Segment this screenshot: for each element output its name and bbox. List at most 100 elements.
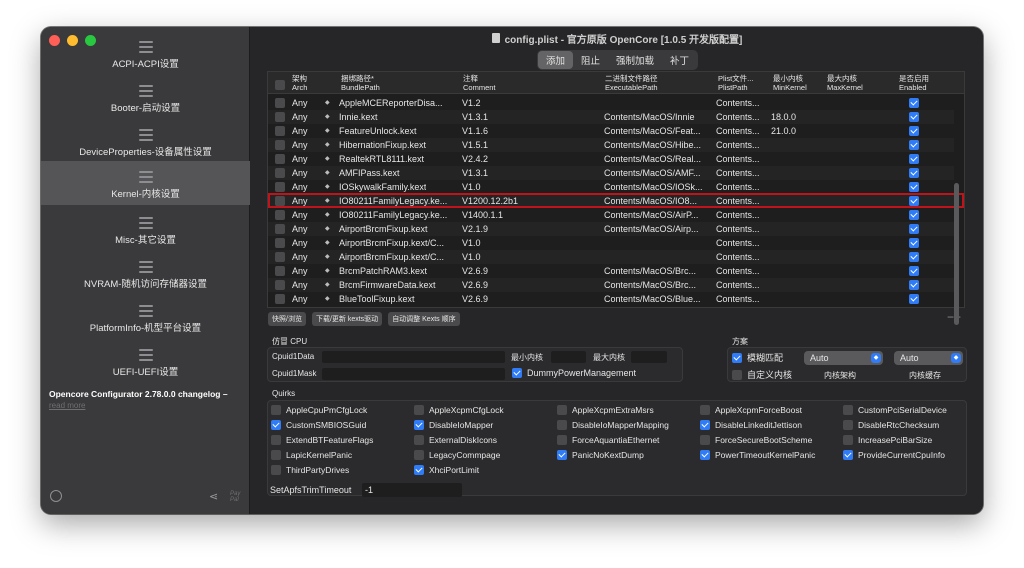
quirk-providecurrentcpuinfo[interactable]: ProvideCurrentCpuInfo — [843, 449, 945, 461]
cell-arch[interactable]: Any — [292, 236, 308, 250]
cell-executablepath[interactable]: Contents/MacOS/AirP... — [604, 208, 698, 222]
cell-comment[interactable]: V1.0 — [462, 236, 481, 250]
row-select-checkbox[interactable] — [275, 182, 285, 192]
cell-executablepath[interactable]: Contents/MacOS/IOSk... — [604, 180, 703, 194]
cell-plistpath[interactable]: Contents... — [716, 138, 760, 152]
enabled-checkbox[interactable] — [909, 294, 919, 304]
dummy-power-checkbox[interactable]: DummyPowerManagement — [512, 368, 636, 378]
cell-arch[interactable]: Any — [292, 292, 308, 306]
col-plistpath[interactable]: Plist文件... PlistPath — [718, 74, 753, 92]
table-row[interactable]: ◆ Any IO80211FamilyLegacy.ke... V1400.1.1 Co… — [268, 208, 954, 222]
cell-arch[interactable]: Any — [292, 250, 308, 264]
table-row[interactable]: ◆ Any AMFIPass.kext V1.3.1 Contents/MacOS/AM… — [268, 166, 954, 180]
enabled-checkbox[interactable] — [909, 224, 919, 234]
cell-plistpath[interactable]: Contents... — [716, 278, 760, 292]
cell-executablepath[interactable]: Contents/MacOS/Airp... — [604, 222, 699, 236]
col-enabled[interactable]: 是否启用 Enabled — [899, 74, 929, 92]
quirk-lapickernelpanic[interactable]: LapicKernelPanic — [271, 449, 352, 461]
row-select-checkbox[interactable] — [275, 140, 285, 150]
apfs-trim-input[interactable]: -1 — [362, 483, 462, 497]
cell-bundlepath[interactable]: BlueToolFixup.kext — [339, 292, 415, 306]
sidebar-item-acpi[interactable]: ACPI-ACPI设置 — [41, 31, 250, 75]
cell-comment[interactable]: V1.1.6 — [462, 124, 488, 138]
cell-arch[interactable]: Any — [292, 180, 308, 194]
row-select-checkbox[interactable] — [275, 294, 285, 304]
sidebar-item-deviceproperties[interactable]: DeviceProperties-设备属性设置 — [41, 119, 250, 163]
cell-comment[interactable]: V1.0 — [462, 180, 481, 194]
row-select-checkbox[interactable] — [275, 126, 285, 136]
table-row[interactable]: ◆ Any Innie.kext V1.3.1 Contents/MacOS/Innie… — [268, 110, 954, 124]
cell-arch[interactable]: Any — [292, 166, 308, 180]
row-select-checkbox[interactable] — [275, 280, 285, 290]
col-maxkernel[interactable]: 最大内核 MaxKernel — [827, 74, 863, 92]
cell-plistpath[interactable]: Contents... — [716, 124, 760, 138]
quirk-disablelinkeditjettison[interactable]: DisableLinkeditJettison — [700, 419, 802, 431]
enabled-checkbox[interactable] — [909, 98, 919, 108]
quirk-legacycommpage[interactable]: LegacyCommpage — [414, 449, 500, 461]
cell-executablepath[interactable]: Contents/MacOS/Hibe... — [604, 138, 701, 152]
fuzzy-match-checkbox[interactable]: 模糊匹配 — [732, 351, 783, 364]
cell-comment[interactable]: V2.4.2 — [462, 152, 488, 166]
cell-bundlepath[interactable]: AirportBrcmFixup.kext/C... — [339, 250, 444, 264]
cell-executablepath[interactable]: Contents/MacOS/Blue... — [604, 292, 701, 306]
table-row[interactable]: ◆ Any BrcmFirmwareData.kext V2.6.9 Contents/… — [268, 278, 954, 292]
table-row[interactable]: ◆ Any IOSkywalkFamily.kext V1.0 Contents/Mac… — [268, 180, 954, 194]
custom-kernel-checkbox[interactable]: 自定义内核 — [732, 368, 792, 381]
row-select-checkbox[interactable] — [275, 210, 285, 220]
cell-plistpath[interactable]: Contents... — [716, 236, 760, 250]
sidebar-item-misc[interactable]: Misc-其它设置 — [41, 207, 250, 251]
row-select-checkbox[interactable] — [275, 154, 285, 164]
quirk-forcesecurebootscheme[interactable]: ForceSecureBootScheme — [700, 434, 812, 446]
cell-comment[interactable]: V2.1.9 — [462, 222, 488, 236]
arch-stepper-icon[interactable]: ◆ — [325, 96, 330, 110]
table-scrollbar[interactable] — [954, 183, 959, 325]
cell-executablepath[interactable]: Contents/MacOS/Real... — [604, 152, 701, 166]
cell-arch[interactable]: Any — [292, 208, 308, 222]
cell-minkernel[interactable]: 18.0.0 — [771, 110, 796, 124]
cell-plistpath[interactable]: Contents... — [716, 222, 760, 236]
sidebar-item-booter[interactable]: Booter-启动设置 — [41, 75, 250, 119]
arch-stepper-icon[interactable]: ◆ — [325, 166, 330, 180]
quirk-applecpupmcfglock[interactable]: AppleCpuPmCfgLock — [271, 404, 367, 416]
header-checkbox[interactable] — [275, 80, 285, 90]
cell-bundlepath[interactable]: RealtekRTL8111.kext — [339, 152, 424, 166]
quirk-applexcpmforceboost[interactable]: AppleXcpmForceBoost — [700, 404, 802, 416]
quirk-disableiomapper[interactable]: DisableIoMapper — [414, 419, 493, 431]
sidebar-item-nvram[interactable]: NVRAM-随机访问存储器设置 — [41, 251, 250, 295]
quirk-panicnokextdump[interactable]: PanicNoKextDump — [557, 449, 644, 461]
cell-comment[interactable]: V2.6.9 — [462, 264, 488, 278]
table-row[interactable]: ◆ Any RealtekRTL8111.kext V2.4.2 Contents/Ma… — [268, 152, 954, 166]
table-row[interactable]: ◆ Any FeatureUnlock.kext V1.1.6 Contents/Mac… — [268, 124, 954, 138]
cpuid1mask-input[interactable] — [322, 368, 505, 380]
download-kexts-button[interactable]: 下载/更新 kexts驱动 — [311, 312, 383, 326]
cell-bundlepath[interactable]: HibernationFixup.kext — [339, 138, 426, 152]
arch-stepper-icon[interactable]: ◆ — [325, 222, 330, 236]
cell-arch[interactable]: Any — [292, 138, 308, 152]
table-row[interactable]: ◆ Any AirportBrcmFixup.kext/C... V1.0 Conten… — [268, 250, 954, 264]
quirk-disableiomappermapping[interactable]: DisableIoMapperMapping — [557, 419, 669, 431]
sidebar-item-uefi[interactable]: UEFI-UEFI设置 — [41, 339, 250, 383]
col-comment[interactable]: 注释 Comment — [463, 74, 496, 92]
table-row[interactable]: ◆ Any BlueToolFixup.kext V2.6.9 Contents/Mac… — [268, 292, 954, 306]
kernel-arch-select[interactable]: Auto ◆ — [804, 351, 883, 365]
cell-arch[interactable]: Any — [292, 124, 308, 138]
power-icon[interactable] — [50, 490, 62, 502]
row-select-checkbox[interactable] — [275, 98, 285, 108]
cell-comment[interactable]: V1.3.1 — [462, 166, 488, 180]
cell-bundlepath[interactable]: AppleMCEReporterDisa... — [339, 96, 443, 110]
row-select-checkbox[interactable] — [275, 238, 285, 248]
cell-executablepath[interactable]: Contents/MacOS/Brc... — [604, 278, 696, 292]
tab-block[interactable]: 阻止 — [573, 51, 608, 69]
cell-plistpath[interactable]: Contents... — [716, 166, 760, 180]
enabled-checkbox[interactable] — [909, 168, 919, 178]
cell-plistpath[interactable]: Contents... — [716, 110, 760, 124]
cell-plistpath[interactable]: Contents... — [716, 152, 760, 166]
tab-patch[interactable]: 补丁 — [662, 51, 697, 69]
cell-plistpath[interactable]: Contents... — [716, 208, 760, 222]
cell-plistpath[interactable]: Contents... — [716, 96, 760, 110]
arch-stepper-icon[interactable]: ◆ — [325, 208, 330, 222]
enabled-checkbox[interactable] — [909, 112, 919, 122]
quirk-thirdpartydrives[interactable]: ThirdPartyDrives — [271, 464, 349, 476]
arch-stepper-icon[interactable]: ◆ — [325, 250, 330, 264]
quirk-extendbtfeatureflags[interactable]: ExtendBTFeatureFlags — [271, 434, 373, 446]
